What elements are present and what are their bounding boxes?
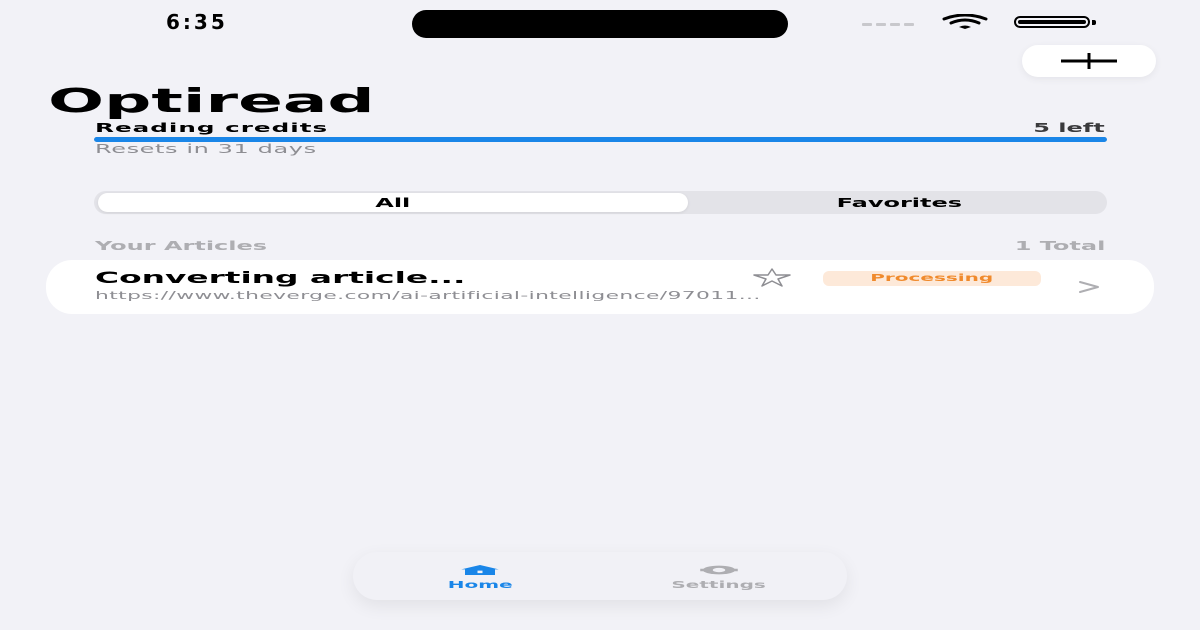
chevron-right-icon [1079, 281, 1099, 293]
tab-home-label: Home [447, 580, 513, 591]
credits-reset-text: Resets in 31 days [95, 142, 317, 156]
filter-all-tab[interactable]: All [98, 193, 688, 212]
battery-icon [1014, 16, 1090, 28]
status-time: 6:35 [166, 10, 228, 34]
articles-count: 1 Total [1014, 239, 1105, 253]
tab-home[interactable]: Home [433, 552, 527, 600]
credits-remaining: 5 left [1033, 121, 1106, 135]
dynamic-island [412, 10, 788, 38]
filter-favorites-tab[interactable]: Favorites [694, 193, 1104, 212]
articles-section-label: Your Articles [95, 239, 268, 253]
tab-settings[interactable]: Settings [649, 552, 789, 600]
cellular-signal-icon [862, 23, 922, 27]
filter-segmented-control: All Favorites [94, 191, 1107, 214]
gear-icon [700, 565, 738, 575]
page-title: Optiread [48, 81, 375, 120]
battery-cap [1092, 20, 1096, 25]
article-title: Converting article... [95, 268, 466, 287]
plus-icon [1061, 53, 1117, 69]
tab-bar: Home Settings [353, 552, 847, 600]
credits-label: Reading credits [95, 121, 329, 135]
star-outline-icon[interactable] [752, 267, 792, 287]
tab-settings-label: Settings [671, 580, 767, 591]
house-icon [461, 565, 499, 575]
status-badge: Processing [823, 271, 1041, 286]
wifi-icon [942, 14, 988, 29]
add-article-button[interactable] [1022, 45, 1156, 77]
article-url: https://www.theverge.com/ai-artificial-i… [95, 289, 761, 302]
